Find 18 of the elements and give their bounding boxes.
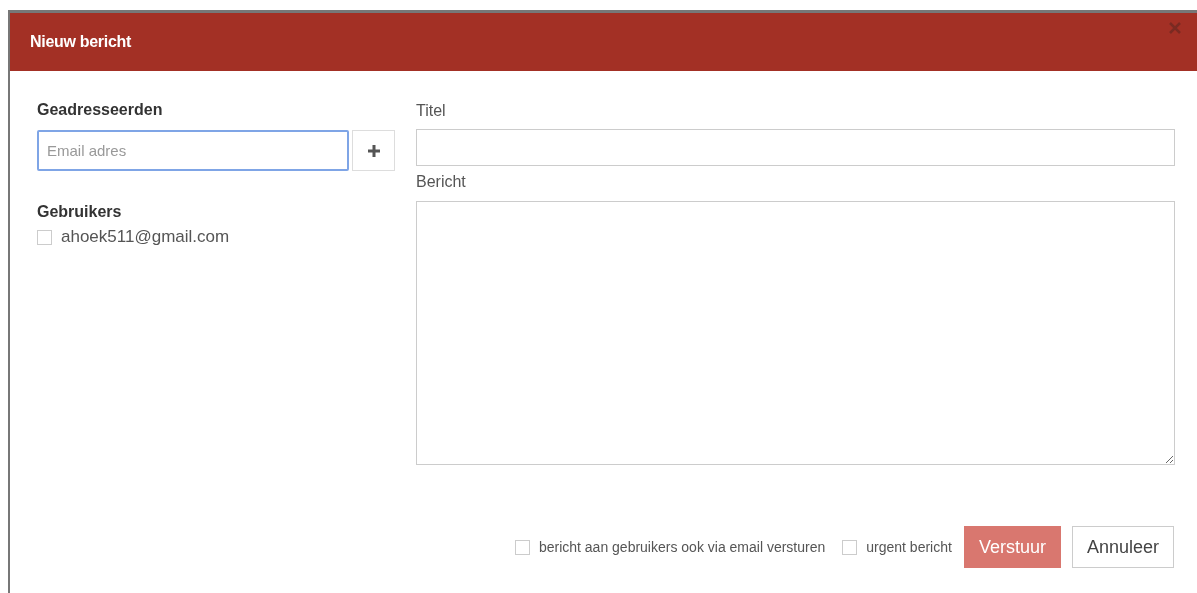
dialog-title: Nieuw bericht <box>30 33 131 51</box>
checkbox[interactable] <box>842 539 858 555</box>
email-field[interactable]: Email adres <box>37 130 349 171</box>
plus-icon <box>366 143 381 158</box>
add-button[interactable] <box>352 130 395 171</box>
cancel-button[interactable]: Annuleer <box>1071 526 1174 568</box>
field-label: Bericht <box>416 173 467 191</box>
title-field[interactable] <box>416 129 1175 166</box>
checkbox-label: urgent bericht <box>866 539 952 555</box>
checkbox[interactable] <box>37 229 52 245</box>
checkbox[interactable] <box>514 539 530 555</box>
section-heading: Geadresseerden <box>37 101 164 119</box>
field-label: Titel <box>416 102 447 120</box>
message-field[interactable] <box>416 201 1175 465</box>
close-icon[interactable] <box>1169 22 1181 34</box>
section-heading: Gebruikers <box>37 203 123 221</box>
checkbox-label: ahoek511@gmail.com <box>61 227 230 247</box>
checkbox-label: bericht aan gebruikers ook via email versturen <box>538 539 826 555</box>
